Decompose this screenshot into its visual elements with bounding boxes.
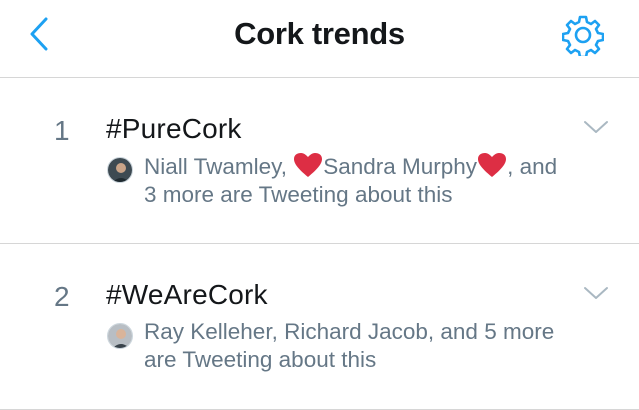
context-text: Sandra Murphy [323, 154, 478, 179]
trend-item[interactable]: 2 #WeAreCork Ray Kelleher, Richard Jacob… [0, 245, 639, 410]
context-text: , and [507, 154, 558, 179]
page-title: Cork trends [234, 16, 405, 51]
context-text: 3 more are Tweeting about this [144, 182, 453, 207]
trend-rank: 1 [54, 115, 70, 146]
trend-menu-button[interactable] [582, 283, 610, 303]
avatar [107, 323, 133, 349]
context-text: Ray Kelleher, Richard Jacob, and 5 more [144, 319, 555, 344]
gear-icon [562, 15, 604, 56]
nav-header: Cork trends [0, 0, 639, 78]
trend-menu-button[interactable] [582, 117, 610, 137]
avatar [107, 157, 133, 183]
chevron-down-icon [584, 287, 608, 299]
settings-button[interactable] [560, 12, 606, 58]
heart-icon [478, 153, 507, 177]
trend-context: Ray Kelleher, Richard Jacob, and 5 more … [144, 318, 624, 374]
trend-context: Niall Twamley, Sandra Murphy , and 3 more… [144, 152, 624, 209]
trend-hashtag[interactable]: #WeAreCork [106, 277, 268, 313]
context-text: Niall Twamley, [144, 154, 294, 179]
trend-hashtag[interactable]: #PureCork [106, 111, 242, 147]
heart-icon [294, 153, 323, 177]
trend-item[interactable]: 1 #PureCork Niall Twamley, Sandra Murphy… [0, 79, 639, 244]
context-text: are Tweeting about this [144, 347, 377, 372]
trends-screen: Cork trends 1 #PureCork Niall Twamley, S… [0, 0, 639, 410]
trend-rank: 2 [54, 281, 70, 312]
chevron-down-icon [584, 121, 608, 133]
